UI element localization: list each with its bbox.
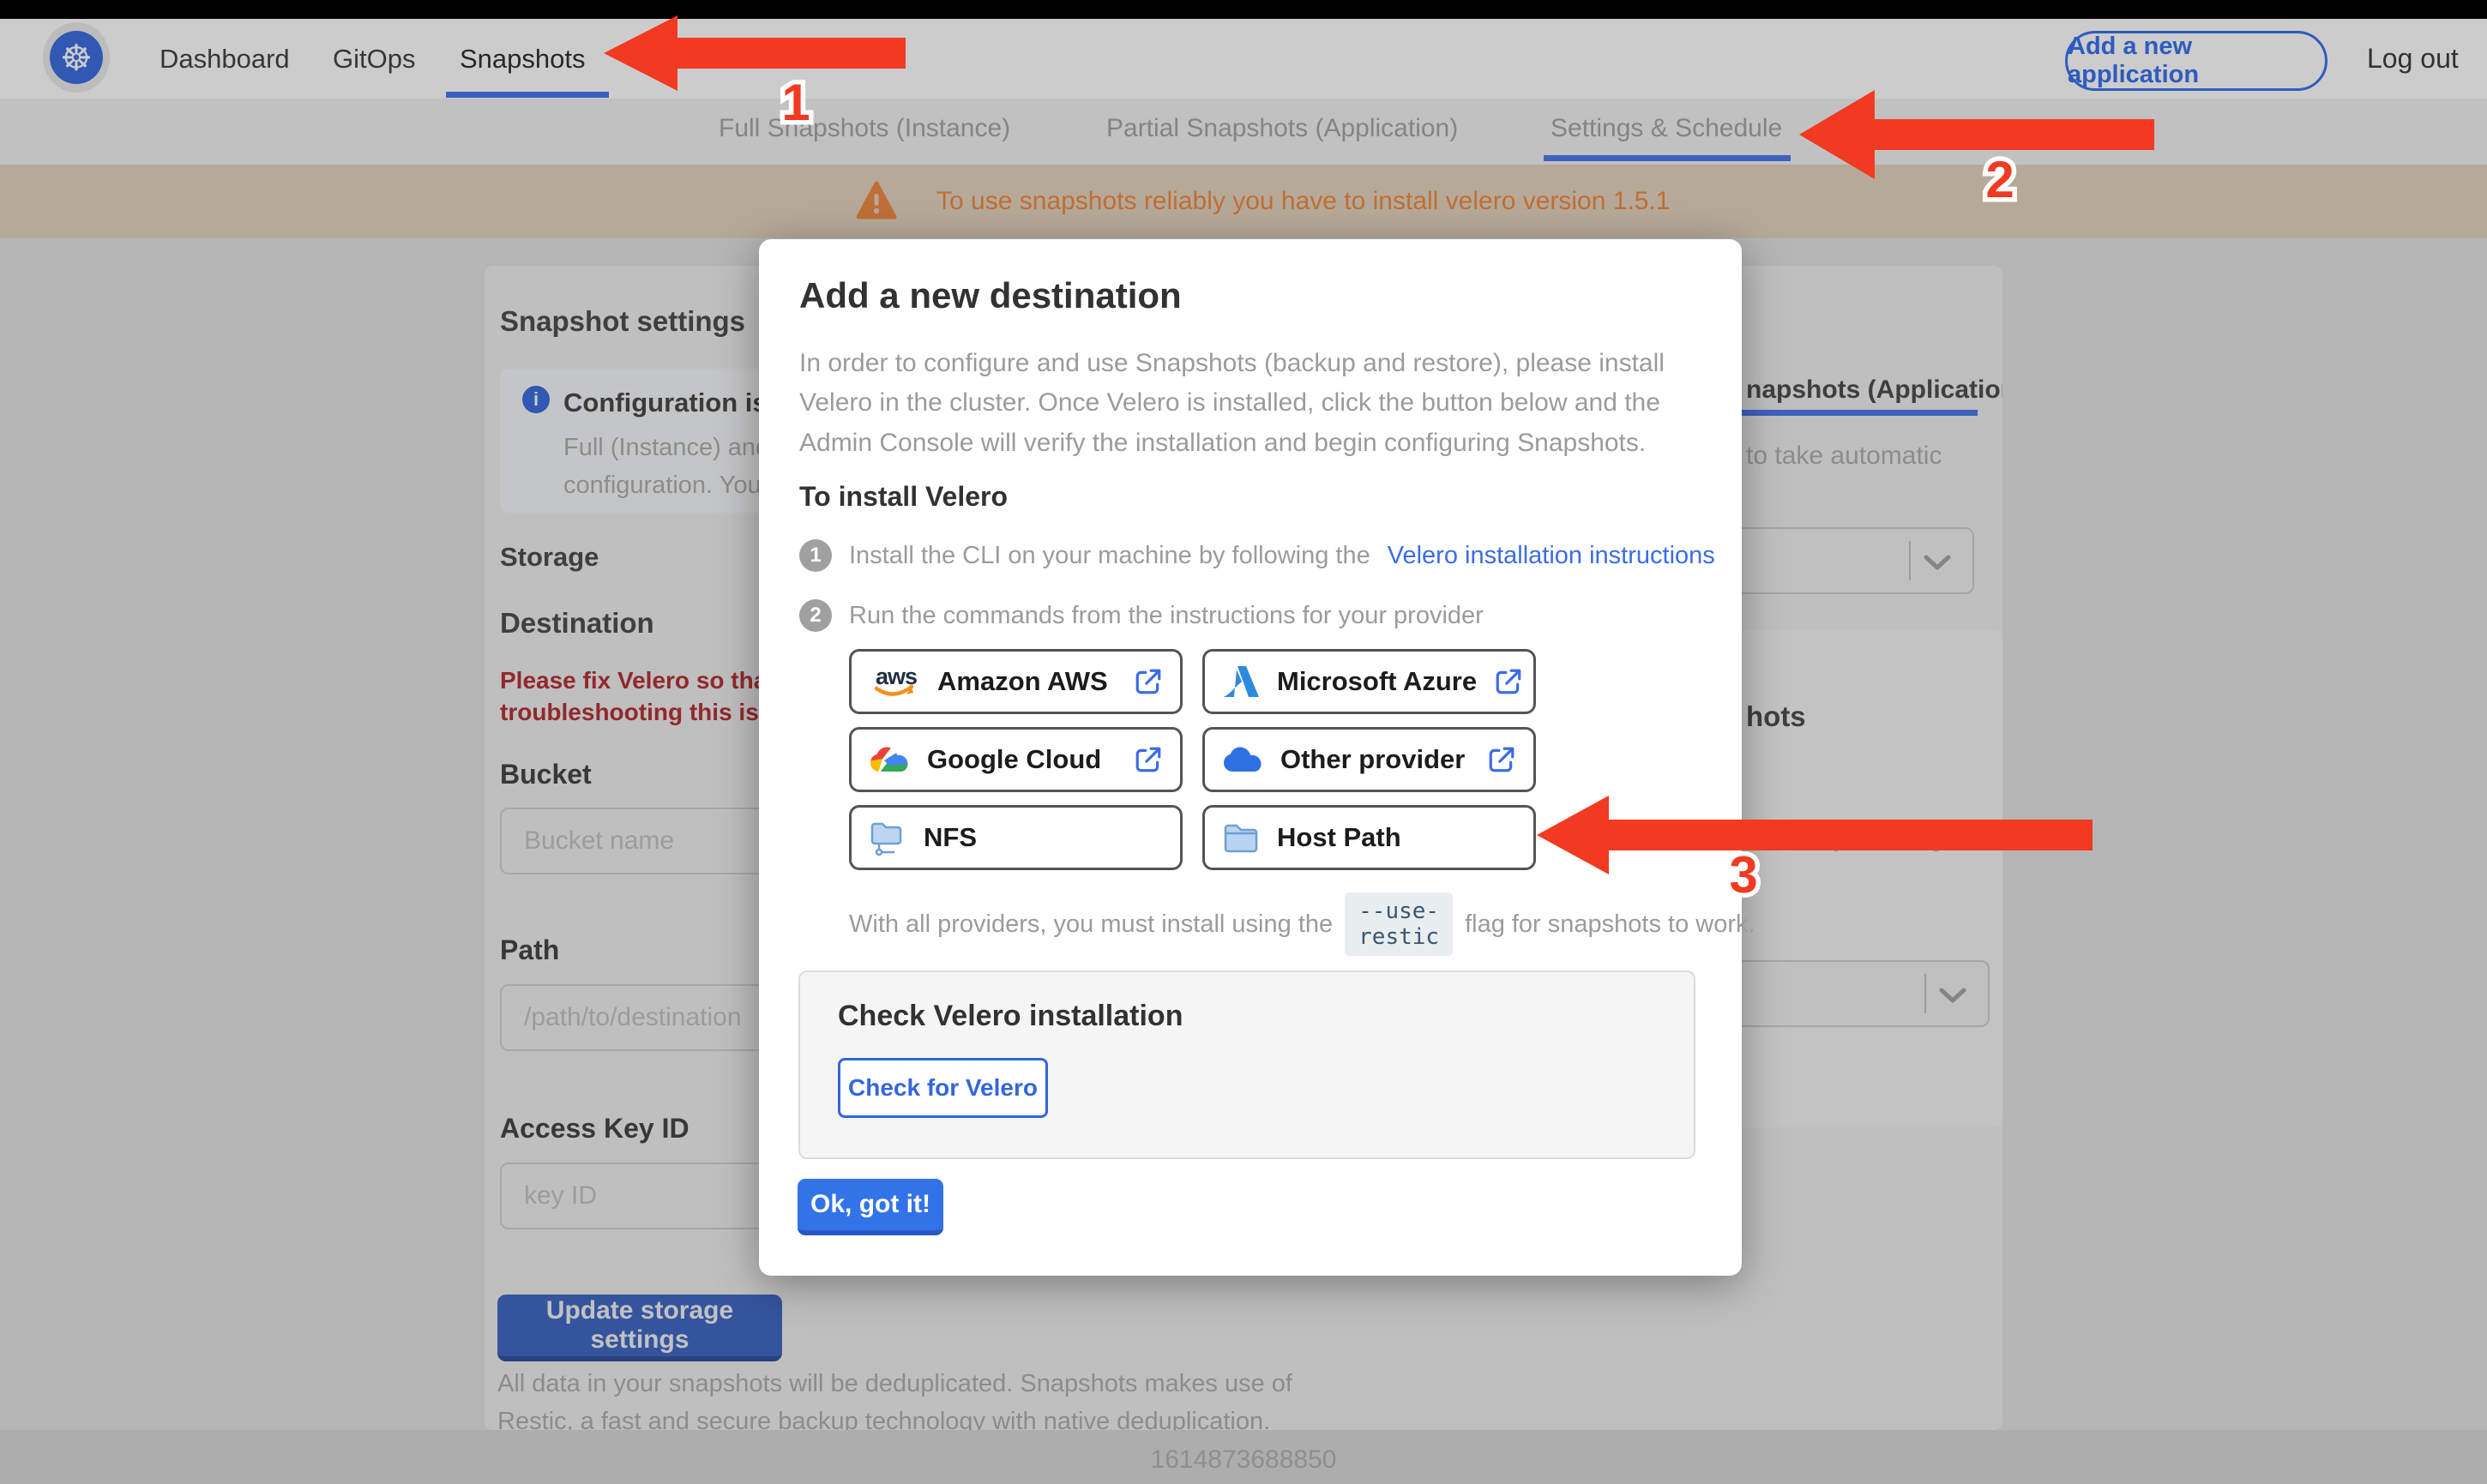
provider-nfs-button[interactable]: NFS bbox=[849, 805, 1183, 870]
modal-title: Add a new destination bbox=[799, 275, 1182, 315]
provider-grid: aws Amazon AWS Microsoft Azure Google Cl… bbox=[849, 649, 1536, 870]
admin-console-page: ☸ Dashboard GitOps Snapshots Add a new a… bbox=[0, 0, 2487, 1484]
restic-note: With all providers, you must install usi… bbox=[849, 892, 1755, 956]
restic-note-before: With all providers, you must install usi… bbox=[849, 910, 1334, 938]
step-1-badge: 1 bbox=[799, 539, 832, 572]
external-link-icon bbox=[1134, 745, 1163, 774]
add-destination-modal: Add a new destination In order to config… bbox=[759, 239, 1755, 1276]
nfs-folder-icon bbox=[869, 818, 906, 857]
restic-flag-code: --use-restic bbox=[1345, 892, 1454, 956]
step-2-text: Run the commands from the instructions f… bbox=[849, 601, 1484, 629]
install-step-1: 1 Install the CLI on your machine by fol… bbox=[799, 539, 1715, 572]
cloud-icon bbox=[1222, 744, 1263, 775]
check-for-velero-button[interactable]: Check for Velero bbox=[838, 1058, 1048, 1118]
azure-logo-icon bbox=[1222, 664, 1260, 700]
step-1-text: Install the CLI on your machine by follo… bbox=[849, 541, 1370, 569]
external-link-icon bbox=[1134, 667, 1163, 696]
aws-logo-icon: aws bbox=[869, 662, 920, 701]
velero-install-instructions-link[interactable]: Velero installation instructions bbox=[1388, 542, 1715, 570]
provider-other-button[interactable]: Other provider bbox=[1202, 727, 1536, 792]
external-link-icon bbox=[1487, 745, 1516, 774]
restic-note-after: flag for snapshots to work. bbox=[1465, 910, 1755, 938]
provider-host-path-button[interactable]: Host Path bbox=[1202, 805, 1536, 870]
external-link-icon bbox=[1494, 667, 1523, 696]
install-step-2: 2 Run the commands from the instructions… bbox=[799, 599, 1484, 632]
google-cloud-logo-icon bbox=[869, 744, 910, 775]
modal-intro-line1: In order to configure and use Snapshots … bbox=[799, 349, 1665, 377]
modal-intro-line3: Admin Console will verify the installati… bbox=[799, 429, 1647, 457]
install-velero-heading: To install Velero bbox=[799, 481, 1009, 512]
folder-icon bbox=[1222, 820, 1260, 855]
check-velero-box: Check Velero installation Check for Vele… bbox=[798, 970, 1695, 1159]
provider-amazon-aws-button[interactable]: aws Amazon AWS bbox=[849, 649, 1183, 714]
ok-got-it-button[interactable]: Ok, got it! bbox=[798, 1179, 943, 1235]
provider-google-cloud-button[interactable]: Google Cloud bbox=[849, 727, 1183, 792]
modal-intro-line2: Velero in the cluster. Once Velero is in… bbox=[799, 388, 1660, 417]
check-velero-heading: Check Velero installation bbox=[838, 1000, 1183, 1032]
step-2-badge: 2 bbox=[799, 599, 832, 632]
provider-microsoft-azure-button[interactable]: Microsoft Azure bbox=[1202, 649, 1536, 714]
